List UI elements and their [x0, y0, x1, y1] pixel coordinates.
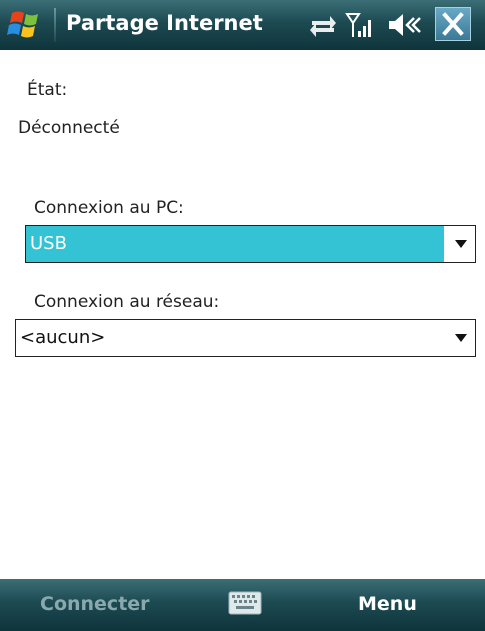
status-value: Déconnecté — [18, 118, 120, 138]
pocket-pc-screen: Partage Internet État: Déconnecté Connex… — [0, 0, 485, 631]
menu-softkey[interactable]: Menu — [358, 593, 417, 615]
app-title: Partage Internet — [66, 11, 263, 35]
pc-connection-dropdown[interactable]: USB — [25, 225, 476, 263]
network-connection-label: Connexion au réseau: — [34, 292, 220, 312]
title-separator — [54, 8, 56, 42]
pc-connection-selected: USB — [26, 226, 444, 262]
sync-icon[interactable] — [308, 11, 338, 39]
connect-softkey[interactable]: Connecter — [40, 593, 150, 615]
volume-icon[interactable] — [386, 11, 422, 39]
network-connection-dropdown[interactable]: <aucun> — [15, 319, 476, 357]
dropdown-arrow-icon[interactable] — [455, 334, 467, 342]
softkey-bar: Connecter Menu — [0, 579, 485, 631]
windows-start-icon[interactable] — [4, 5, 48, 45]
signal-icon[interactable] — [345, 11, 375, 39]
keyboard-icon[interactable] — [228, 591, 262, 615]
network-connection-selected: <aucun> — [20, 327, 106, 348]
title-bar: Partage Internet — [0, 0, 485, 50]
close-icon — [442, 12, 464, 36]
dropdown-arrow-icon[interactable] — [455, 240, 467, 248]
pc-connection-label: Connexion au PC: — [34, 198, 184, 218]
close-button[interactable] — [435, 7, 471, 41]
status-label: État: — [27, 80, 68, 100]
